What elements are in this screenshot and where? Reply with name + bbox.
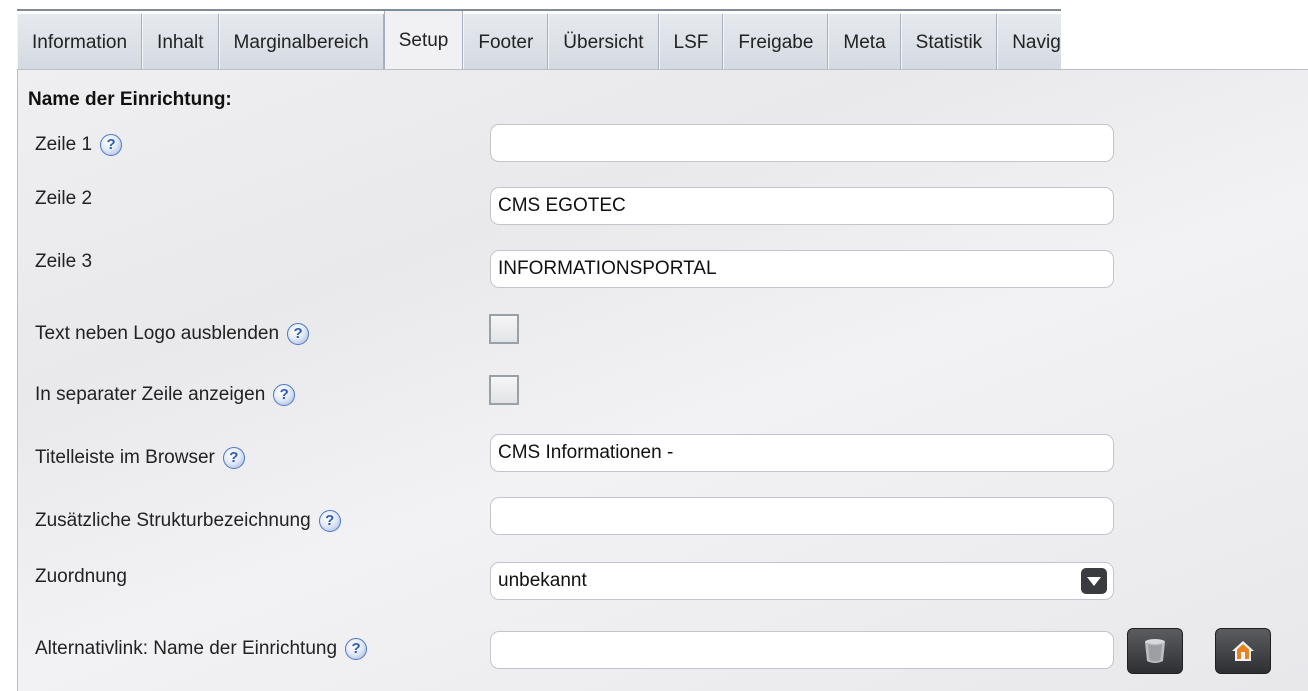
browser-title-label: Titelleiste im Browser ? [35,447,245,469]
zeile1-label-text: Zeile 1 [35,134,93,155]
assignment-label-text: Zuordnung [35,566,127,587]
hide-text-label-text: Text neben Logo ausblenden [35,323,280,344]
tab-freigabe[interactable]: Freigabe [723,14,829,71]
trash-icon [1145,639,1165,663]
altlink-label-text: Alternativlink: Name der Einrichtung [35,638,338,659]
altlink-input[interactable] [490,631,1114,669]
tab-footer[interactable]: Footer [463,14,549,71]
tab-uebersicht[interactable]: Übersicht [548,14,659,71]
assignment-label: Zuordnung [35,566,127,588]
assignment-select[interactable]: unbekannt [490,562,1114,600]
help-icon[interactable]: ? [287,323,310,345]
home-icon [1232,641,1254,661]
tab-navigation[interactable]: Navig [997,14,1061,71]
separate-line-label-text: In separater Zeile anzeigen [35,384,266,405]
section-title: Name der Einrichtung: [28,89,232,110]
altlink-label: Alternativlink: Name der Einrichtung ? [35,638,368,660]
hide-text-checkbox[interactable] [489,314,519,344]
separate-line-label: In separater Zeile anzeigen ? [35,384,296,406]
tab-bar: Information Inhalt Marginalbereich Setup… [0,0,1308,71]
tab-meta[interactable]: Meta [828,14,901,71]
chevron-down-icon[interactable] [1081,568,1107,594]
separate-line-checkbox[interactable] [489,375,519,405]
structure-label: Zusätzliche Strukturbezeichnung ? [35,510,341,532]
zeile1-input[interactable] [490,124,1114,162]
zeile2-input[interactable] [490,187,1114,225]
tab-information[interactable]: Information [17,14,143,71]
structure-label-text: Zusätzliche Strukturbezeichnung [35,510,311,531]
browser-title-input[interactable] [490,434,1114,472]
help-icon[interactable]: ? [345,638,368,660]
tab-statistik[interactable]: Statistik [900,14,998,71]
help-icon[interactable]: ? [318,510,341,532]
assignment-select-value: unbekannt [498,570,587,591]
zeile3-label-text: Zeile 3 [35,251,93,272]
tab-lsf[interactable]: LSF [658,14,724,71]
help-icon[interactable]: ? [273,384,296,406]
delete-button[interactable] [1127,628,1183,674]
zeile1-label: Zeile 1 ? [35,134,123,156]
browser-title-label-text: Titelleiste im Browser [35,447,215,468]
tab-strip: Information Inhalt Marginalbereich Setup… [17,9,1061,71]
zeile2-label-text: Zeile 2 [35,188,93,209]
zeile3-input[interactable] [490,250,1114,288]
tab-inhalt[interactable]: Inhalt [142,14,219,71]
zeile3-label: Zeile 3 [35,251,92,273]
zeile2-label: Zeile 2 [35,188,92,210]
structure-input[interactable] [490,497,1114,535]
help-icon[interactable]: ? [100,134,123,156]
hide-text-label: Text neben Logo ausblenden ? [35,323,310,345]
home-button[interactable] [1215,628,1271,674]
help-icon[interactable]: ? [222,447,245,469]
tab-setup[interactable]: Setup [383,11,464,71]
tab-marginalbereich[interactable]: Marginalbereich [218,14,384,71]
